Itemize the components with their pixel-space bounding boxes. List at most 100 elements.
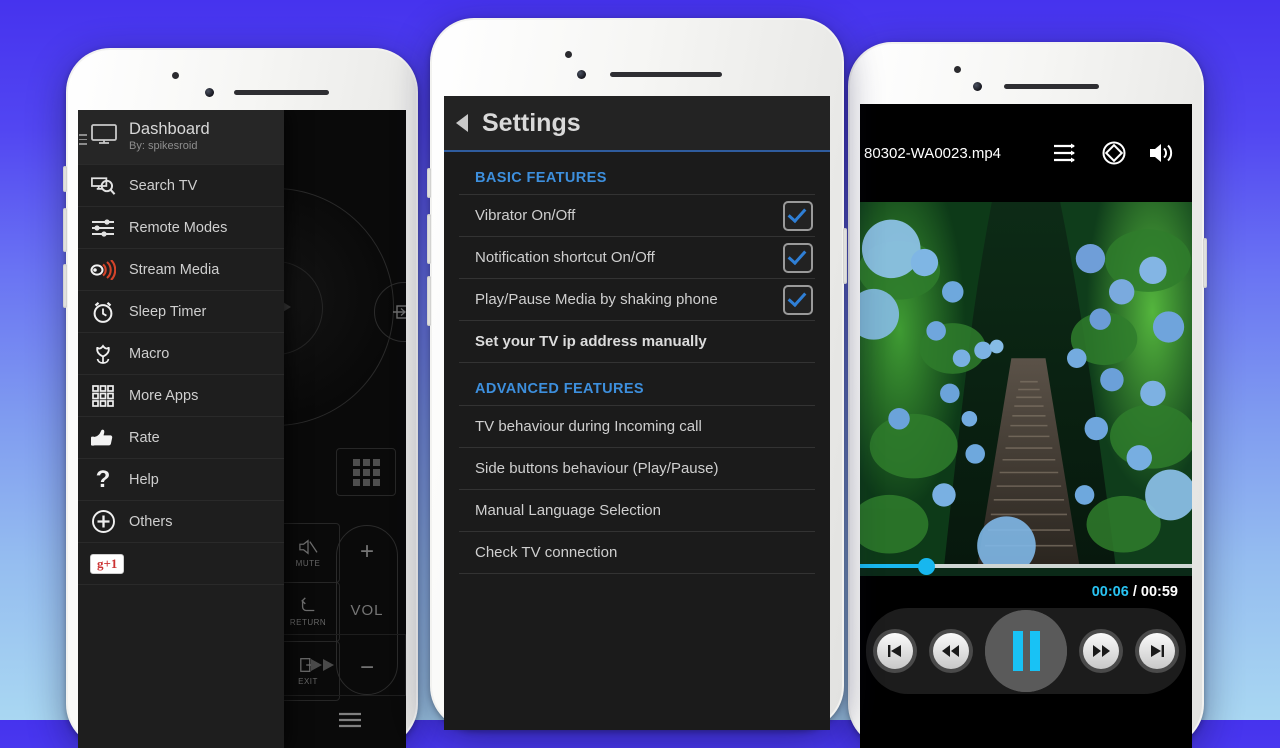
phone-button-volume-down[interactable]: [427, 276, 431, 326]
back-arrow-icon[interactable]: [456, 114, 468, 132]
phone-button-mute[interactable]: [63, 166, 67, 192]
phone-button-power[interactable]: [1203, 238, 1207, 288]
sidebar-item-others[interactable]: Others: [78, 500, 284, 542]
playlist-icon[interactable]: [1052, 142, 1080, 164]
sidebar-label: Others: [129, 513, 173, 530]
earpiece-speaker-icon: [1004, 84, 1099, 89]
menu-icon[interactable]: [337, 710, 363, 735]
sidebar-item-rate[interactable]: Rate: [78, 416, 284, 458]
advanced-features-section: ADVANCED FEATURES TV behaviour during In…: [444, 363, 830, 574]
transport-controls: [860, 604, 1192, 748]
google-plus-one-badge[interactable]: g+1: [90, 553, 125, 574]
previous-icon: [877, 633, 913, 669]
settings-screen: Settings BASIC FEATURES Vibrator On/Off …: [444, 96, 830, 730]
phone-button-mute[interactable]: [427, 168, 431, 198]
sidebar-label: Remote Modes: [129, 219, 228, 236]
mute-button-label: MUTE: [295, 559, 321, 568]
volume-icon[interactable]: [1148, 141, 1178, 165]
promo-stage: MUTE RETURN EXIT + VOL − Dashboard By: s…: [0, 0, 1280, 748]
page-title: Settings: [482, 108, 581, 137]
left-phone-device: MUTE RETURN EXIT + VOL − Dashboard By: s…: [63, 48, 418, 748]
sidebar-item-search-tv[interactable]: Search TV: [78, 164, 284, 206]
time-separator: /: [1132, 584, 1137, 600]
phone-button-volume-up[interactable]: [63, 208, 67, 252]
sidebar-label: Help: [129, 471, 159, 488]
sidebar-label: Sleep Timer: [129, 303, 207, 320]
drawer-subtitle: By: spikesroid: [129, 140, 198, 153]
section-header-basic: BASIC FEATURES: [459, 154, 815, 195]
sidebar-item-sleep-timer[interactable]: Sleep Timer: [78, 290, 284, 332]
fast-forward-button[interactable]: [1079, 629, 1123, 673]
fast-forward-icon: [311, 659, 334, 671]
garden-stairway-frame: [860, 202, 1192, 568]
sidebar-item-stream-media[interactable]: Stream Media: [78, 248, 284, 290]
cast-stream-icon: [90, 259, 116, 280]
center-phone-device: Settings BASIC FEATURES Vibrator On/Off …: [427, 18, 847, 730]
left-phone-bezel: [66, 48, 418, 110]
shake-playpause-checkbox[interactable]: [783, 284, 813, 315]
alarm-clock-icon: [90, 300, 116, 324]
rewind-button[interactable]: [929, 629, 973, 673]
setting-label: Side buttons behaviour (Play/Pause): [475, 460, 719, 477]
setting-row-check-tv-connection[interactable]: Check TV connection: [459, 532, 815, 574]
tv-monitor-icon: [90, 122, 118, 151]
phone-button-volume-down[interactable]: [63, 264, 67, 308]
tulip-icon: [90, 342, 116, 366]
video-filename: 80302-WA0023.mp4: [864, 144, 1002, 162]
previous-button[interactable]: [873, 629, 917, 673]
pause-button[interactable]: [985, 610, 1067, 692]
grid-apps-icon: [352, 458, 380, 486]
setting-row-side-buttons[interactable]: Side buttons behaviour (Play/Pause): [459, 448, 815, 490]
proximity-sensor-icon: [954, 66, 961, 73]
mute-icon: [299, 539, 318, 555]
setting-row-language-selection[interactable]: Manual Language Selection: [459, 490, 815, 532]
pause-icon: [985, 610, 1067, 692]
sidebar-item-help[interactable]: ? Help: [78, 458, 284, 500]
setting-label: TV behaviour during Incoming call: [475, 418, 702, 435]
sidebar-label: Search TV: [129, 177, 198, 194]
drawer-toggle-icon[interactable]: [79, 134, 87, 145]
earpiece-speaker-icon: [610, 72, 722, 77]
question-mark-icon: ?: [95, 465, 111, 493]
settings-header: Settings: [444, 96, 830, 152]
seek-fill: [860, 564, 927, 568]
grid-apps-icon: [90, 384, 116, 408]
front-camera-icon: [205, 88, 214, 97]
google-plus-one-row[interactable]: g+1: [78, 542, 284, 586]
right-phone-screen: 80302-WA0023.mp4 00:06 / 00:59: [860, 104, 1192, 748]
setting-row-shake-playpause[interactable]: Play/Pause Media by shaking phone: [459, 279, 815, 321]
return-button[interactable]: RETURN: [276, 582, 340, 642]
setting-label: Set your TV ip address manually: [475, 333, 707, 350]
setting-row-notification-shortcut[interactable]: Notification shortcut On/Off: [459, 237, 815, 279]
sidebar-item-macro[interactable]: Macro: [78, 332, 284, 374]
sliders-icon: [90, 217, 116, 239]
setting-row-incoming-call[interactable]: TV behaviour during Incoming call: [459, 406, 815, 448]
setting-label: Notification shortcut On/Off: [475, 249, 655, 266]
video-surface[interactable]: [860, 202, 1192, 576]
setting-row-set-tv-ip[interactable]: Set your TV ip address manually: [459, 321, 815, 363]
input-icon: [393, 305, 406, 319]
rewind-icon: [933, 633, 969, 669]
volume-label: VOL: [350, 601, 384, 619]
seek-thumb[interactable]: [917, 557, 935, 575]
sidebar-item-more-apps[interactable]: More Apps: [78, 374, 284, 416]
mute-button[interactable]: MUTE: [276, 523, 340, 583]
volume-up-label[interactable]: +: [360, 540, 374, 564]
sidebar-label: Macro: [129, 345, 170, 362]
setting-row-vibrator[interactable]: Vibrator On/Off: [459, 195, 815, 237]
monitor-search-icon: [90, 175, 116, 197]
video-seek-bar[interactable]: [860, 557, 1192, 575]
numeric-keypad-button[interactable]: [336, 448, 396, 496]
vibrator-checkbox[interactable]: [783, 200, 813, 231]
phone-button-volume-up[interactable]: [427, 214, 431, 264]
time-display: 00:06 / 00:59: [860, 576, 1192, 604]
sidebar-item-remote-modes[interactable]: Remote Modes: [78, 206, 284, 248]
sidebar-label: Rate: [129, 429, 160, 446]
drawer-header[interactable]: Dashboard By: spikesroid: [78, 110, 284, 165]
phone-button-power[interactable]: [843, 228, 847, 284]
rotation-lock-icon[interactable]: [1100, 139, 1128, 167]
right-phone-device: 80302-WA0023.mp4 00:06 / 00:59: [848, 42, 1207, 748]
notification-shortcut-checkbox[interactable]: [783, 242, 813, 273]
drawer-title: Dashboard: [129, 120, 210, 138]
next-button[interactable]: [1135, 629, 1179, 673]
